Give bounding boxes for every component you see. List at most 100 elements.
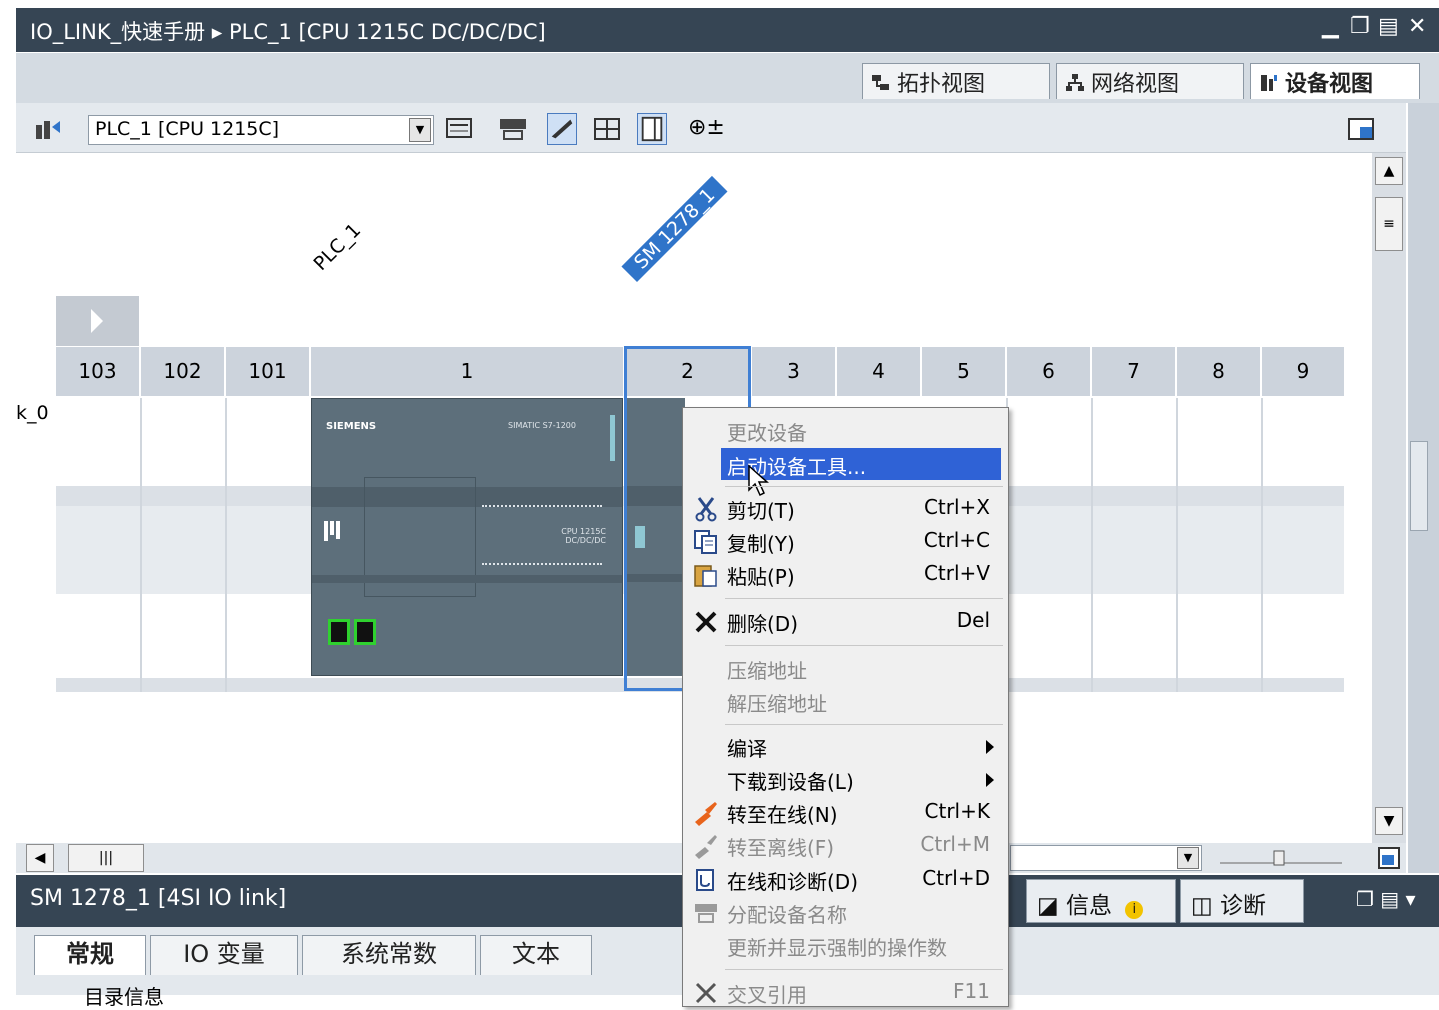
go-online-icon bbox=[695, 802, 717, 826]
menu-item-go-online[interactable]: 转至在线(N) Ctrl+K bbox=[683, 796, 1008, 828]
tab-info[interactable]: ◪ 信息 i bbox=[1026, 879, 1176, 923]
menu-item-shortcut: Del bbox=[956, 608, 990, 632]
menu-item-label: 转至在线(N) bbox=[727, 803, 838, 827]
menu-item-download[interactable]: 下载到设备(L) bbox=[683, 763, 1008, 795]
tab-io-tags[interactable]: IO 变量 bbox=[150, 935, 298, 975]
address-overview-icon[interactable] bbox=[444, 113, 474, 145]
menu-item-label: 粘贴(P) bbox=[727, 565, 795, 589]
ethernet-port-1[interactable] bbox=[328, 619, 350, 645]
menu-item-label: 转至离线(F) bbox=[727, 836, 835, 860]
menu-item-decompress-addresses[interactable]: 解压缩地址 bbox=[683, 685, 1008, 717]
tab-topology-label: 拓扑视图 bbox=[897, 72, 986, 97]
slot-header[interactable]: 102 bbox=[141, 347, 226, 396]
menu-item-change-device[interactable]: 更改设备 bbox=[683, 414, 1008, 446]
overview-navigation-icon[interactable] bbox=[1376, 845, 1402, 871]
slot-divider bbox=[1176, 398, 1178, 692]
slot-header[interactable]: 103 bbox=[56, 347, 141, 396]
show-module-names-icon[interactable] bbox=[498, 113, 528, 145]
tile-icon[interactable]: ▤ bbox=[1378, 14, 1399, 39]
menu-item-cross-reference[interactable]: 交叉引用 F11 bbox=[683, 976, 1008, 1008]
minimize-icon[interactable]: ▁ bbox=[1322, 14, 1339, 39]
edge-label: k_0 bbox=[16, 402, 49, 424]
menu-item-label: 复制(Y) bbox=[727, 532, 795, 556]
menu-separator bbox=[725, 645, 1003, 646]
slot-header[interactable]: 9 bbox=[1262, 347, 1344, 396]
restore-icon[interactable]: ❐ bbox=[1350, 14, 1370, 39]
menu-item-update-forced-operands[interactable]: 更新并显示强制的操作数 bbox=[683, 929, 1008, 961]
window-title-bar: IO_LINK_快速手册 ▸ PLC_1 [CPU 1215C DC/DC/DC… bbox=[16, 8, 1439, 52]
scroll-thumb[interactable]: ||| bbox=[68, 844, 144, 872]
panel-toggle-icon[interactable] bbox=[1346, 113, 1376, 145]
scroll-thumb[interactable]: ≡ bbox=[1375, 197, 1403, 251]
menu-item-label: 编译 bbox=[727, 737, 767, 761]
slot-header[interactable]: 6 bbox=[1007, 347, 1092, 396]
memory-card-icon bbox=[324, 521, 340, 541]
menu-item-shortcut: F11 bbox=[953, 979, 990, 1003]
slot-header[interactable]: 4 bbox=[837, 347, 922, 396]
menu-separator bbox=[725, 969, 1003, 970]
menu-item-label: 压缩地址 bbox=[727, 659, 807, 683]
panel-float-icon[interactable]: ❐ ▤ ▾ bbox=[1356, 887, 1416, 911]
slot-header[interactable]: 8 bbox=[1177, 347, 1262, 396]
ethernet-port-2[interactable] bbox=[354, 619, 376, 645]
vertical-scrollbar[interactable]: ▲ ≡ ▼ bbox=[1372, 153, 1406, 843]
menu-item-compile[interactable]: 编译 bbox=[683, 730, 1008, 762]
menu-item-label: 分配设备名称 bbox=[727, 903, 847, 927]
device-view-icon bbox=[1261, 75, 1277, 91]
scroll-left-icon[interactable]: ◀ bbox=[26, 844, 54, 872]
menu-item-label: 交叉引用 bbox=[727, 983, 807, 1007]
cpu-terminal-strip bbox=[312, 575, 622, 583]
menu-item-go-offline[interactable]: 转至离线(F) Ctrl+M bbox=[683, 829, 1008, 861]
network-overview-icon[interactable] bbox=[32, 113, 62, 145]
menu-item-copy[interactable]: 复制(Y) Ctrl+C bbox=[683, 525, 1008, 557]
slot-divider bbox=[1091, 398, 1093, 692]
device-select[interactable]: PLC_1 [CPU 1215C] ▼ bbox=[88, 115, 434, 145]
right-task-panel[interactable] bbox=[1408, 103, 1439, 873]
cpu-module[interactable]: SIEMENS SIMATIC S7-1200 CPU 1215C DC/DC/… bbox=[311, 398, 623, 676]
scroll-down-icon[interactable]: ▼ bbox=[1375, 807, 1403, 835]
view-tab-bar: 拓扑视图 网络视图 设备视图 bbox=[16, 53, 1439, 103]
menu-item-assign-device-name[interactable]: 分配设备名称 bbox=[683, 896, 1008, 928]
menu-item-online-diagnostics[interactable]: 在线和诊断(D) Ctrl+D bbox=[683, 863, 1008, 895]
tab-system-constants[interactable]: 系统常数 bbox=[302, 935, 476, 975]
slot-header[interactable]: 101 bbox=[226, 347, 311, 396]
tab-general[interactable]: 常规 bbox=[34, 935, 146, 975]
scroll-up-icon[interactable]: ▲ bbox=[1375, 157, 1403, 185]
menu-item-label: 在线和诊断(D) bbox=[727, 870, 859, 894]
context-menu: 更改设备 启动设备工具... 剪切(T) Ctrl+X 复制(Y) Ctrl+C… bbox=[682, 407, 1009, 1007]
grid-icon[interactable] bbox=[592, 113, 622, 145]
menu-item-cut[interactable]: 剪切(T) Ctrl+X bbox=[683, 492, 1008, 524]
tab-topology-view[interactable]: 拓扑视图 bbox=[862, 63, 1050, 99]
zoom-icon[interactable]: ⊕± bbox=[688, 115, 725, 140]
tab-device-view[interactable]: 设备视图 bbox=[1250, 63, 1420, 99]
page-break-icon[interactable] bbox=[637, 113, 667, 145]
catalog-info-label: 目录信息 bbox=[84, 985, 164, 1009]
slot-header[interactable]: 3 bbox=[752, 347, 837, 396]
chevron-down-icon[interactable]: ▼ bbox=[409, 118, 431, 142]
menu-item-delete[interactable]: 删除(D) Del bbox=[683, 605, 1008, 637]
tab-texts[interactable]: 文本 bbox=[480, 935, 592, 975]
chevron-down-icon[interactable]: ▼ bbox=[1177, 847, 1199, 869]
show-labels-icon[interactable] bbox=[547, 113, 577, 145]
menu-item-label: 删除(D) bbox=[727, 612, 799, 636]
menu-item-shortcut: Ctrl+C bbox=[923, 528, 990, 552]
rack-expander[interactable] bbox=[56, 296, 139, 346]
menu-separator bbox=[725, 724, 1003, 725]
tab-diagnostics[interactable]: ◫ 诊断 bbox=[1180, 879, 1304, 923]
submenu-arrow-icon bbox=[986, 773, 994, 787]
tab-network-label: 网络视图 bbox=[1091, 72, 1180, 97]
zoom-select[interactable]: ▼ bbox=[1010, 845, 1202, 871]
panel-collapse-tab[interactable] bbox=[1410, 441, 1428, 531]
zoom-slider[interactable] bbox=[1216, 847, 1346, 871]
slot-header[interactable]: 1 bbox=[311, 347, 625, 396]
slot-header[interactable]: 7 bbox=[1092, 347, 1177, 396]
info-tab-icon: ◪ bbox=[1037, 893, 1067, 919]
diagnostics-icon: ◫ bbox=[1191, 893, 1221, 919]
slot-header[interactable]: 5 bbox=[922, 347, 1007, 396]
tab-network-view[interactable]: 网络视图 bbox=[1056, 63, 1244, 99]
slot-divider bbox=[140, 398, 142, 692]
menu-item-compress-addresses[interactable]: 压缩地址 bbox=[683, 652, 1008, 684]
close-icon[interactable]: ✕ bbox=[1408, 14, 1426, 39]
menu-item-paste[interactable]: 粘贴(P) Ctrl+V bbox=[683, 558, 1008, 590]
online-diagnostics-icon bbox=[696, 869, 714, 891]
